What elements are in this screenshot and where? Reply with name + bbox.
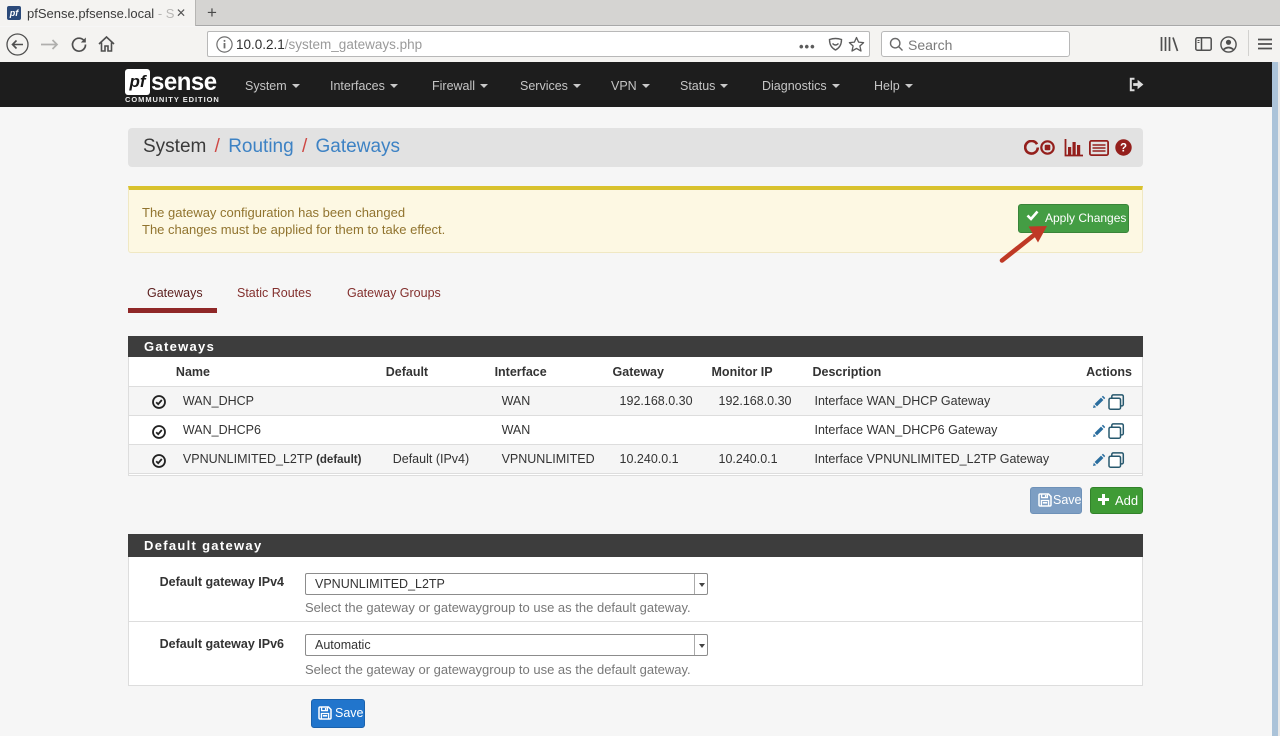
svg-text:?: ?	[1120, 143, 1127, 155]
